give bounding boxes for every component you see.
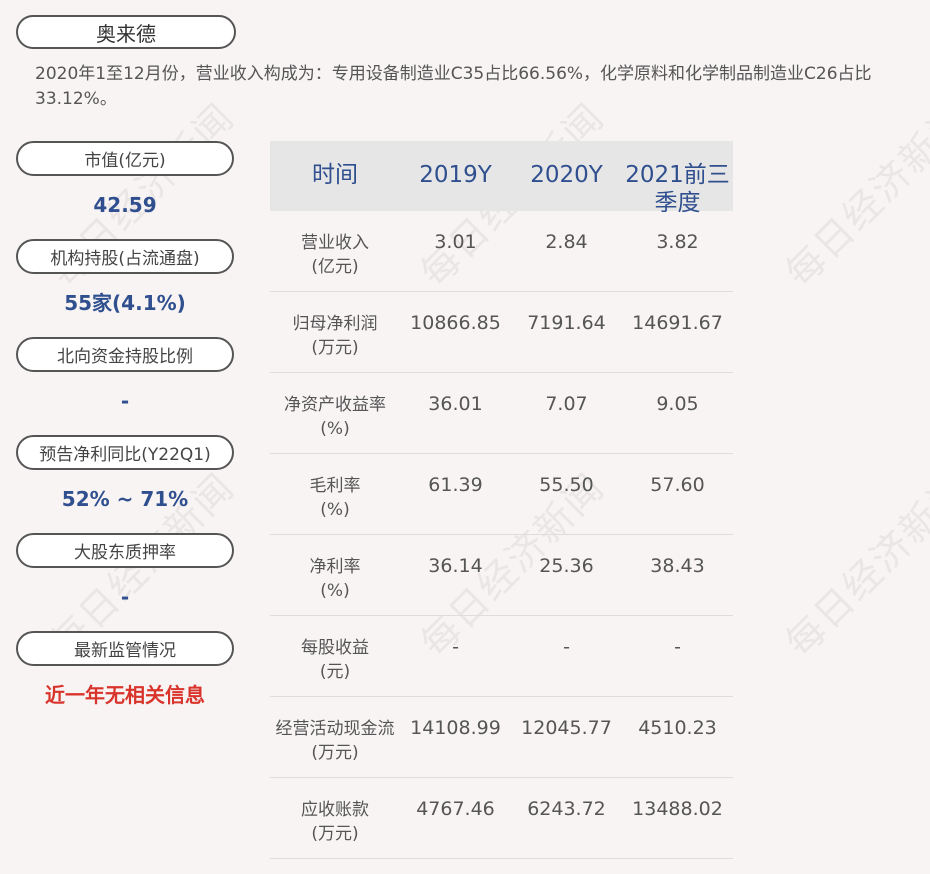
row-label-text: 净利率 — [309, 557, 361, 577]
metric-label: 预告净利同比(Y22Q1) — [16, 435, 234, 470]
table-cell: 7.07 — [545, 393, 588, 415]
row-label-text: 营业收入 — [301, 233, 369, 253]
table-cell: 38.43 — [650, 555, 705, 577]
row-label: 应收账款 (万元) — [270, 778, 400, 846]
row-label-text: 经营活动现金流 — [275, 719, 395, 739]
table-row: 归母净利润 (万元) 10866.85 7191.64 14691.67 — [270, 292, 733, 373]
metric-value: 近一年无相关信息 — [45, 683, 205, 707]
table-cell: 12045.77 — [521, 717, 612, 739]
table-cell: - — [674, 636, 681, 658]
table-cell: 55.50 — [539, 474, 594, 496]
row-label-text: 毛利率 — [309, 476, 361, 496]
table-cell: - — [563, 636, 570, 658]
table-cell: 3.01 — [434, 231, 477, 253]
table-body: 营业收入 (亿元) 3.01 2.84 3.82 归母净利润 (万元) 10866.85 719… — [270, 211, 733, 859]
row-label-unit: (%) — [320, 581, 350, 601]
metric-regulatory-status: 最新监管情况 近一年无相关信息 — [16, 631, 234, 729]
row-label-unit: (元) — [319, 662, 351, 682]
metric-value: 55家(4.1%) — [64, 291, 186, 315]
row-label: 营业收入 (亿元) — [270, 211, 400, 279]
table-row: 营业收入 (亿元) 3.01 2.84 3.82 — [270, 211, 733, 292]
row-label-text: 净资产收益率 — [284, 395, 386, 415]
table-cell: 61.39 — [428, 474, 483, 496]
table-cell: 25.36 — [539, 555, 594, 577]
row-label: 经营活动现金流 (万元) — [270, 697, 400, 765]
header-cell: 时间 — [312, 162, 358, 188]
watermark: 每日经济新闻 — [777, 94, 930, 296]
table-cell: 36.01 — [428, 393, 483, 415]
table-cell: 36.14 — [428, 555, 483, 577]
metric-value: 42.59 — [93, 193, 157, 217]
revenue-summary: 2020年1至12月份，营业收入构成为：专用设备制造业C35占比66.56%，化… — [35, 64, 872, 109]
metric-value: - — [120, 585, 130, 609]
row-label-unit: (万元) — [311, 743, 359, 763]
header-cell: 2019Y — [419, 162, 492, 188]
watermark: 每日经济新闻 — [777, 464, 930, 666]
metric-institutional-holdings: 机构持股(占流通盘) 55家(4.1%) — [16, 239, 234, 337]
row-label: 归母净利润 (万元) — [270, 292, 400, 360]
table-cell: 14108.99 — [410, 717, 501, 739]
metric-label: 北向资金持股比例 — [16, 337, 234, 372]
table-cell: 13488.02 — [632, 798, 723, 820]
table-cell: 7191.64 — [527, 312, 606, 334]
metric-profit-forecast: 预告净利同比(Y22Q1) 52% ~ 71% — [16, 435, 234, 533]
metric-value: - — [120, 389, 130, 413]
metric-label: 大股东质押率 — [16, 533, 234, 568]
table-row: 经营活动现金流 (万元) 14108.99 12045.77 4510.23 — [270, 697, 733, 778]
metric-pledge-ratio: 大股东质押率 - — [16, 533, 234, 631]
header-cell: 2020Y — [530, 162, 603, 188]
row-label: 净资产收益率 (%) — [270, 373, 400, 441]
row-label-unit: (万元) — [311, 824, 359, 844]
table-cell: 57.60 — [650, 474, 705, 496]
table-cell: 2.84 — [545, 231, 588, 253]
company-name: 奥来德 — [16, 15, 236, 49]
financial-table: 时间 2019Y 2020Y 2021前三季度 营业收入 (亿元) 3.01 2.84… — [270, 141, 733, 859]
metric-label: 最新监管情况 — [16, 631, 234, 666]
table-cell: 14691.67 — [632, 312, 723, 334]
table-cell: 9.05 — [656, 393, 699, 415]
table-header: 时间 2019Y 2020Y 2021前三季度 — [270, 141, 733, 216]
header-cell: 2021前三季度 — [625, 162, 730, 216]
metric-northbound-holdings: 北向资金持股比例 - — [16, 337, 234, 435]
metric-label: 市值(亿元) — [16, 141, 234, 176]
metric-label: 机构持股(占流通盘) — [16, 239, 234, 274]
metrics-panel: 市值(亿元) 42.59 机构持股(占流通盘) 55家(4.1%) 北向资金持股… — [16, 141, 234, 729]
table-cell: 3.82 — [656, 231, 699, 253]
table-row: 每股收益 (元) - - - — [270, 616, 733, 697]
table-cell: 6243.72 — [527, 798, 606, 820]
row-label: 每股收益 (元) — [270, 616, 400, 684]
table-row: 净利率 (%) 36.14 25.36 38.43 — [270, 535, 733, 616]
table-row: 应收账款 (万元) 4767.46 6243.72 13488.02 — [270, 778, 733, 859]
metric-market-cap: 市值(亿元) 42.59 — [16, 141, 234, 239]
table-row: 毛利率 (%) 61.39 55.50 57.60 — [270, 454, 733, 535]
row-label: 净利率 (%) — [270, 535, 400, 603]
row-label-unit: (亿元) — [311, 257, 359, 277]
row-label-unit: (万元) — [311, 338, 359, 358]
row-label-text: 应收账款 — [301, 800, 369, 820]
row-label-unit: (%) — [320, 419, 350, 439]
table-row: 净资产收益率 (%) 36.01 7.07 9.05 — [270, 373, 733, 454]
table-cell: 10866.85 — [410, 312, 501, 334]
row-label-unit: (%) — [320, 500, 350, 520]
table-cell: 4767.46 — [416, 798, 495, 820]
table-cell: - — [452, 636, 459, 658]
row-label-text: 每股收益 — [301, 638, 369, 658]
table-cell: 4510.23 — [638, 717, 717, 739]
row-label-text: 归母净利润 — [292, 314, 378, 334]
row-label: 毛利率 (%) — [270, 454, 400, 522]
metric-value: 52% ~ 71% — [61, 487, 189, 511]
